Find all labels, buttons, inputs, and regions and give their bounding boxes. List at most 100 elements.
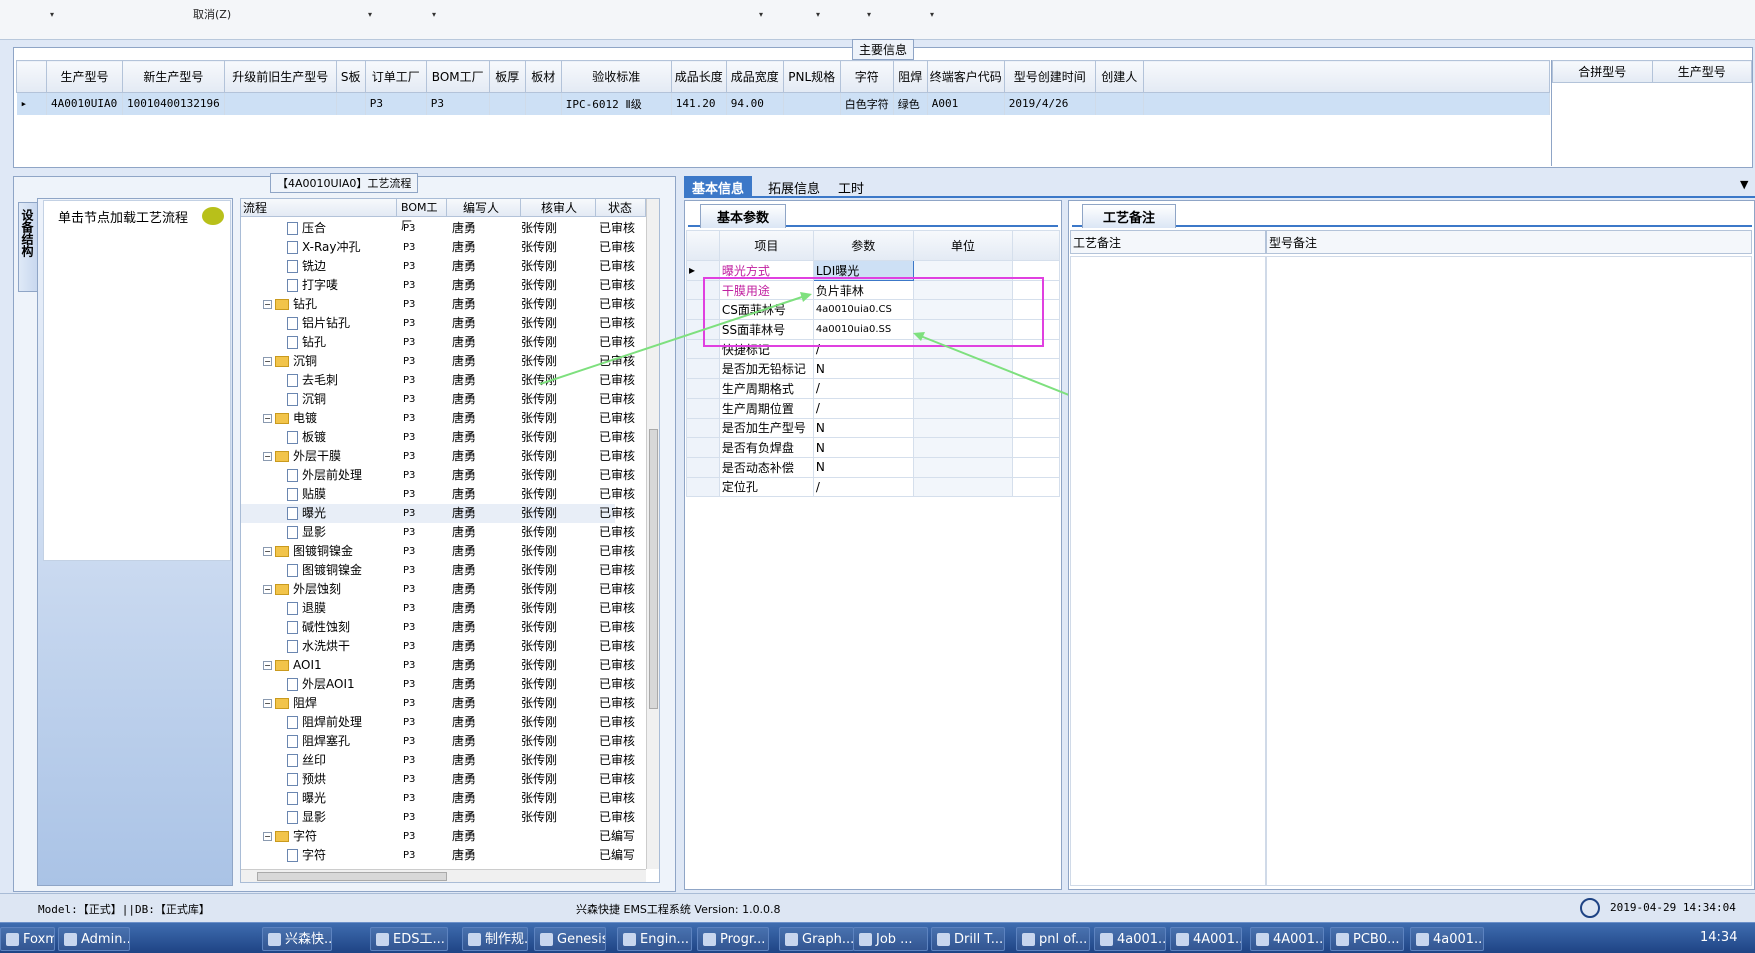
param-row[interactable]: 是否动态补偿 N	[686, 456, 1060, 478]
taskbar-item[interactable]: PCB0...	[1330, 927, 1404, 951]
tree-node[interactable]: − 外层蚀刻	[263, 580, 341, 599]
table-cell[interactable]: P3	[426, 92, 490, 115]
collapse-toggle-icon[interactable]: −	[263, 661, 272, 670]
taskbar-item[interactable]: Genesis	[534, 927, 606, 951]
param-unit[interactable]	[912, 417, 1014, 439]
tree-row[interactable]: 碱性蚀刻 P3 唐勇 张传刚 已审核	[241, 618, 635, 637]
tree-node[interactable]: 退膜	[287, 599, 326, 618]
taskbar-item[interactable]: 4a001...	[1094, 927, 1166, 951]
taskbar-item[interactable]: 4A001...	[1250, 927, 1324, 951]
table-cell[interactable]	[224, 92, 337, 115]
col-header[interactable]: 成品长度	[670, 60, 727, 93]
tree-node[interactable]: − 外层干膜	[263, 447, 341, 466]
tree-node[interactable]: − 电镀	[263, 409, 317, 428]
tree-node[interactable]: 铝片钻孔	[287, 314, 350, 333]
tree-row[interactable]: − 钻孔 P3 唐勇 张传刚 已审核	[241, 295, 635, 314]
param-value[interactable]: /	[812, 397, 914, 419]
col-header[interactable]: 验收标准	[560, 60, 672, 93]
param-row[interactable]: 生产周期位置 /	[686, 397, 1060, 419]
taskbar-item[interactable]: 4a001...	[1410, 927, 1484, 951]
param-row[interactable]: 定位孔 /	[686, 476, 1060, 498]
table-cell[interactable]: 141.20	[671, 92, 727, 115]
chevron-down-icon[interactable]: ▼	[1740, 178, 1748, 191]
param-unit[interactable]	[912, 476, 1014, 498]
tree-node[interactable]: − 阻焊	[263, 694, 317, 713]
horizontal-scrollbar[interactable]	[241, 869, 646, 882]
tree-row[interactable]: − 阻焊 P3 唐勇 张传刚 已审核	[241, 694, 635, 713]
col-header[interactable]: 板材	[524, 60, 562, 93]
col-header[interactable]: PNL规格	[782, 60, 841, 93]
basic-params-grid[interactable]: 项目 参数 单位 ▸ 曝光方式 LDI曝光 干膜用途 负片菲林 CS面菲林号 4a0010u…	[686, 230, 1060, 526]
process-tree[interactable]: 流程 BOM工厂 编写人 核审人 状态 压合 P3 唐勇 张传刚 已审核 X-Ray冲孔 P…	[240, 198, 660, 883]
collapse-toggle-icon[interactable]: −	[263, 414, 272, 423]
tree-row[interactable]: − 外层蚀刻 P3 唐勇 张传刚 已审核	[241, 580, 635, 599]
table-cell[interactable]	[336, 92, 366, 115]
col-header[interactable]: S板	[335, 60, 366, 93]
param-row[interactable]: 是否加无铅标记 N	[686, 358, 1060, 380]
col-header[interactable]: 生产型号	[46, 60, 123, 93]
tree-row[interactable]: 显影 P3 唐勇 张传刚 已审核	[241, 523, 635, 542]
tree-node[interactable]: − AOI1	[263, 656, 322, 675]
tree-node[interactable]: 阻焊前处理	[287, 713, 362, 732]
col-header[interactable]: 升级前旧生产型号	[223, 60, 337, 93]
collapse-toggle-icon[interactable]: −	[263, 300, 272, 309]
tree-node[interactable]: − 字符	[263, 827, 317, 846]
tree-node[interactable]: 字符	[287, 846, 326, 865]
tree-node[interactable]: 沉铜	[287, 390, 326, 409]
tree-node[interactable]: 板镀	[287, 428, 326, 447]
tree-row[interactable]: 外层AOI1 P3 唐勇 张传刚 已审核	[241, 675, 635, 694]
tree-node[interactable]: 钻孔	[287, 333, 326, 352]
collapse-toggle-icon[interactable]: −	[263, 585, 272, 594]
node-list[interactable]: 单击节点加载工艺流程	[43, 200, 231, 561]
tree-row[interactable]: 沉铜 P3 唐勇 张传刚 已审核	[241, 390, 635, 409]
tree-node[interactable]: 丝印	[287, 751, 326, 770]
taskbar-item[interactable]: EDS工...	[370, 927, 448, 951]
tree-row[interactable]: 字符 P3 唐勇 已编写	[241, 846, 635, 865]
taskbar-item[interactable]: pnl of...	[1016, 927, 1090, 951]
tree-row[interactable]: 压合 P3 唐勇 张传刚 已审核	[241, 219, 635, 238]
taskbar-clock[interactable]: 14:34	[1700, 930, 1737, 945]
param-unit[interactable]	[912, 437, 1014, 458]
col-header[interactable]: 阻焊	[892, 60, 928, 93]
tree-row[interactable]: 曝光 P3 唐勇 张传刚 已审核	[241, 789, 635, 808]
taskbar-item[interactable]: Drill T...	[931, 927, 1005, 951]
tree-row[interactable]: 外层前处理 P3 唐勇 张传刚 已审核	[241, 466, 635, 485]
tree-row[interactable]: 显影 P3 唐勇 张传刚 已审核	[241, 808, 635, 827]
param-value[interactable]: /	[812, 476, 914, 498]
table-row[interactable]: ▸ 4A0010UIA0 10010400132196 P3 P3 IPC-6012 Ⅱ级…	[16, 92, 1550, 115]
dropdown-icon[interactable]: ▾	[930, 10, 934, 19]
param-value[interactable]: N	[812, 437, 914, 458]
dropdown-icon[interactable]: ▾	[816, 10, 820, 19]
param-value[interactable]: N	[812, 358, 914, 380]
tree-node[interactable]: 外层AOI1	[287, 675, 355, 694]
scroll-thumb[interactable]	[257, 872, 447, 881]
tree-node[interactable]: 铣边	[287, 257, 326, 276]
process-remarks-field[interactable]	[1070, 256, 1266, 886]
model-remarks-field[interactable]	[1266, 256, 1752, 886]
param-unit[interactable]	[912, 358, 1014, 380]
tree-node[interactable]: 压合	[287, 219, 326, 238]
param-value[interactable]: /	[812, 378, 914, 399]
taskbar-item[interactable]: Progr...	[697, 927, 769, 951]
tree-node[interactable]: 图镀铜镍金	[287, 561, 362, 580]
tree-row[interactable]: 预烘 P3 唐勇 张传刚 已审核	[241, 770, 635, 789]
col-header[interactable]: 订单工厂	[364, 60, 427, 93]
comment-icon[interactable]	[202, 207, 224, 225]
cancel-menu[interactable]: 取消(Z)	[193, 6, 231, 22]
col-header[interactable]: 终端客户代码	[926, 60, 1005, 93]
table-cell[interactable]: P3	[365, 92, 427, 115]
main-info-grid[interactable]: 生产型号 新生产型号 升级前旧生产型号 S板 订单工厂 BOM工厂 板厚 板材 验收标准 成品长度…	[16, 60, 1550, 166]
tree-node[interactable]: − 沉铜	[263, 352, 317, 371]
collapse-toggle-icon[interactable]: −	[263, 452, 272, 461]
param-row[interactable]: 是否有负焊盘 N	[686, 437, 1060, 458]
tree-row[interactable]: − 字符 P3 唐勇 已编写	[241, 827, 635, 846]
table-cell[interactable]	[783, 92, 841, 115]
tree-node[interactable]: 阻焊塞孔	[287, 732, 350, 751]
taskbar-item[interactable]: Foxmail	[0, 927, 55, 951]
dropdown-icon[interactable]: ▾	[368, 10, 372, 19]
taskbar-item[interactable]: Admin...	[58, 927, 130, 951]
tree-node[interactable]: − 钻孔	[263, 295, 317, 314]
tree-node[interactable]: 外层前处理	[287, 466, 362, 485]
collapse-toggle-icon[interactable]: −	[263, 699, 272, 708]
taskbar-item[interactable]: Engin...	[617, 927, 692, 951]
